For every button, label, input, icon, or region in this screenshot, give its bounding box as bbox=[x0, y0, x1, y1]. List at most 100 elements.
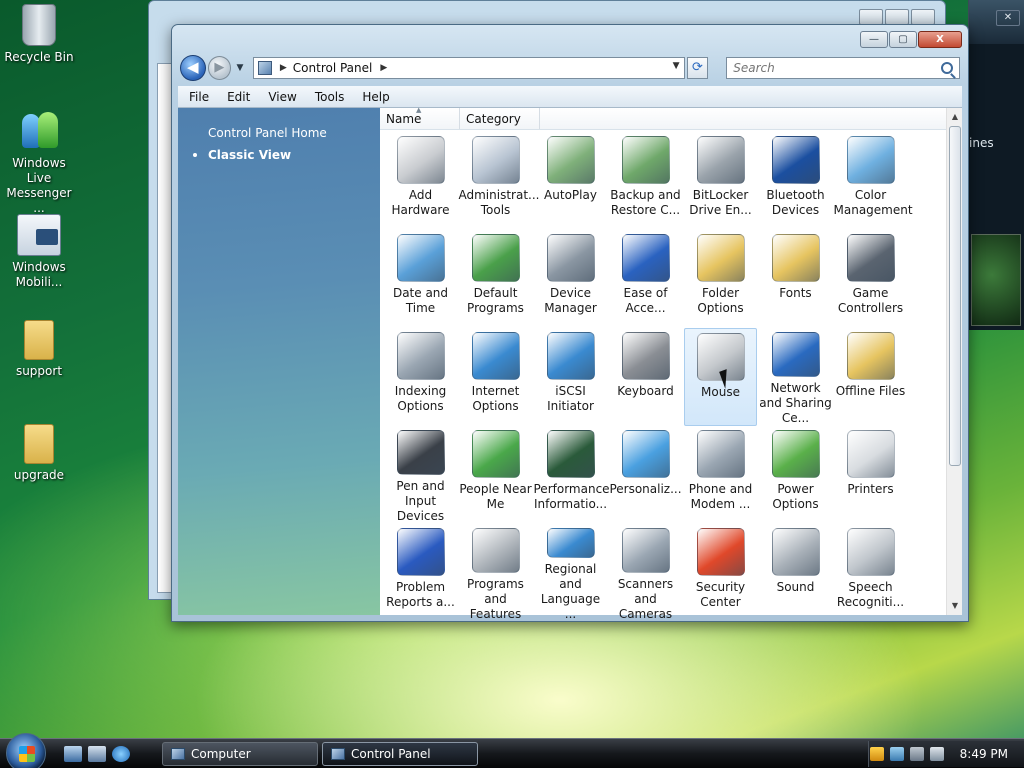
control-panel-item[interactable]: Regional and Language ... bbox=[533, 524, 608, 622]
control-panel-item[interactable]: Printers bbox=[833, 426, 908, 524]
control-panel-item[interactable]: Problem Reports a... bbox=[383, 524, 458, 622]
volume-muted-icon[interactable] bbox=[929, 747, 944, 761]
game-controllers-icon bbox=[846, 234, 895, 282]
breadcrumb-arrow-icon[interactable]: ▶ bbox=[280, 63, 287, 73]
taskbar-button-computer[interactable]: Computer bbox=[162, 742, 318, 766]
forward-button[interactable]: ▶ bbox=[207, 56, 232, 80]
control-panel-item[interactable]: Fonts bbox=[758, 230, 833, 328]
control-panel-item[interactable]: Network and Sharing Ce... bbox=[758, 328, 833, 426]
search-icon[interactable] bbox=[941, 62, 953, 74]
minimize-button[interactable] bbox=[859, 9, 883, 25]
close-button[interactable]: X bbox=[918, 31, 962, 48]
control-panel-item[interactable]: Indexing Options bbox=[383, 328, 458, 426]
control-panel-item[interactable]: Game Controllers bbox=[833, 230, 908, 328]
breadcrumb-arrow-icon[interactable]: ▶ bbox=[380, 63, 387, 73]
control-panel-item[interactable]: Speech Recogniti... bbox=[833, 524, 908, 622]
control-panel-item[interactable]: Device Manager bbox=[533, 230, 608, 328]
internet-explorer-icon[interactable] bbox=[112, 746, 130, 762]
scanners-cameras-icon bbox=[621, 528, 670, 573]
control-panel-item[interactable]: Scanners and Cameras bbox=[608, 524, 683, 622]
refresh-button[interactable]: ⟳ bbox=[686, 57, 709, 79]
maximize-button[interactable] bbox=[885, 9, 909, 25]
close-button[interactable] bbox=[911, 9, 935, 25]
menu-view[interactable]: View bbox=[257, 90, 303, 104]
windows-defender-icon[interactable] bbox=[889, 747, 904, 761]
folder-options-icon bbox=[696, 234, 745, 282]
bluetooth-icon bbox=[771, 136, 820, 184]
control-panel-item[interactable]: People Near Me bbox=[458, 426, 533, 524]
column-header-name[interactable]: ▲ Name bbox=[380, 106, 460, 129]
programs-features-icon bbox=[471, 528, 520, 573]
control-panel-item-label: Fonts bbox=[779, 286, 812, 300]
control-panel-item-label: Default Programs bbox=[467, 286, 524, 315]
desktop-icon-windows-live-messenger[interactable]: Windows Live Messenger ... bbox=[1, 110, 77, 216]
column-header-category[interactable]: Category bbox=[460, 108, 540, 129]
security-shield-icon[interactable] bbox=[869, 747, 884, 761]
control-panel-item-label: Folder Options bbox=[697, 286, 744, 315]
vertical-scrollbar[interactable]: ▲ ▼ bbox=[946, 108, 962, 615]
address-bar[interactable]: ▶ Control Panel ▶ ▼ bbox=[252, 57, 685, 79]
control-panel-item[interactable]: Folder Options bbox=[683, 230, 758, 328]
control-panel-item[interactable]: Offline Files bbox=[833, 328, 908, 426]
minimize-button[interactable]: — bbox=[860, 31, 888, 48]
taskbar-button-control-panel[interactable]: Control Panel bbox=[322, 742, 478, 766]
control-panel-item[interactable]: Pen and Input Devices bbox=[383, 426, 458, 524]
classic-view-link[interactable]: Classic View bbox=[193, 144, 380, 166]
control-panel-item[interactable]: Security Center bbox=[683, 524, 758, 622]
control-panel-item[interactable]: AutoPlay bbox=[533, 132, 608, 230]
back-button[interactable]: ◀ bbox=[180, 55, 206, 81]
control-panel-item[interactable]: Ease of Acce... bbox=[608, 230, 683, 328]
control-panel-item-label: Speech Recogniti... bbox=[836, 580, 905, 609]
desktop-icon-windows-mobility[interactable]: Windows Mobili... bbox=[1, 214, 77, 290]
people-near-me-icon bbox=[471, 430, 520, 478]
close-icon[interactable]: ✕ bbox=[996, 10, 1020, 26]
control-panel-item[interactable]: Phone and Modem ... bbox=[683, 426, 758, 524]
control-panel-item[interactable]: Date and Time bbox=[383, 230, 458, 328]
menu-edit[interactable]: Edit bbox=[216, 90, 257, 104]
scroll-down-arrow-icon[interactable]: ▼ bbox=[947, 599, 963, 613]
clock[interactable]: 8:49 PM bbox=[960, 747, 1008, 761]
control-panel-item[interactable]: Add Hardware bbox=[383, 132, 458, 230]
control-panel-item-label: Security Center bbox=[695, 580, 746, 609]
menu-help[interactable]: Help bbox=[351, 90, 396, 104]
search-input[interactable] bbox=[733, 61, 914, 75]
control-panel-item[interactable]: Performance Informatio... bbox=[533, 426, 610, 524]
breadcrumb-control-panel[interactable]: Control Panel bbox=[293, 61, 373, 75]
start-button[interactable] bbox=[6, 733, 46, 768]
desktop-icon-upgrade[interactable]: upgrade bbox=[1, 424, 77, 483]
control-panel-item[interactable]: Power Options bbox=[758, 426, 833, 524]
side-window[interactable]: ✕ ines bbox=[968, 0, 1024, 330]
scroll-up-arrow-icon[interactable]: ▲ bbox=[947, 110, 963, 124]
control-panel-item-label: Power Options bbox=[772, 482, 819, 511]
recent-pages-dropdown[interactable]: ▼ bbox=[233, 61, 247, 75]
control-panel-home-link[interactable]: Control Panel Home bbox=[208, 122, 380, 144]
control-panel-item[interactable]: iSCSI Initiator bbox=[533, 328, 608, 426]
menu-file[interactable]: File bbox=[178, 90, 216, 104]
maximize-button[interactable]: ▢ bbox=[889, 31, 917, 48]
address-dropdown-icon[interactable]: ▼ bbox=[673, 61, 680, 71]
switch-windows-icon[interactable] bbox=[88, 746, 106, 762]
control-panel-item-label: Device Manager bbox=[544, 286, 597, 315]
control-panel-item[interactable]: Sound bbox=[758, 524, 833, 622]
control-panel-item[interactable]: Bluetooth Devices bbox=[758, 132, 833, 230]
control-panel-item[interactable]: Personaliz... bbox=[608, 426, 683, 524]
control-panel-item[interactable]: Default Programs bbox=[458, 230, 533, 328]
show-desktop-icon[interactable] bbox=[64, 746, 82, 762]
desktop-icon-support[interactable]: support bbox=[1, 320, 77, 379]
control-panel-item-label: AutoPlay bbox=[544, 188, 597, 202]
control-panel-item-label: Programs and Features bbox=[467, 577, 524, 621]
network-icon[interactable] bbox=[909, 747, 924, 761]
control-panel-item[interactable]: Backup and Restore C... bbox=[608, 132, 683, 230]
control-panel-item[interactable]: BitLocker Drive En... bbox=[683, 132, 758, 230]
menu-tools[interactable]: Tools bbox=[304, 90, 352, 104]
control-panel-item[interactable]: Color Management bbox=[833, 132, 913, 230]
control-panel-item[interactable]: Keyboard bbox=[608, 328, 683, 426]
control-panel-item[interactable]: Administrat... Tools bbox=[458, 132, 539, 230]
control-panel-item[interactable]: Internet Options bbox=[458, 328, 533, 426]
search-box[interactable] bbox=[726, 57, 960, 79]
scrollbar-thumb[interactable] bbox=[949, 126, 961, 466]
desktop-icon-label: upgrade bbox=[13, 468, 65, 482]
control-panel-item[interactable]: Programs and Features bbox=[458, 524, 533, 622]
indexing-options-icon bbox=[396, 332, 445, 380]
desktop-icon-recycle-bin[interactable]: Recycle Bin bbox=[1, 4, 77, 65]
